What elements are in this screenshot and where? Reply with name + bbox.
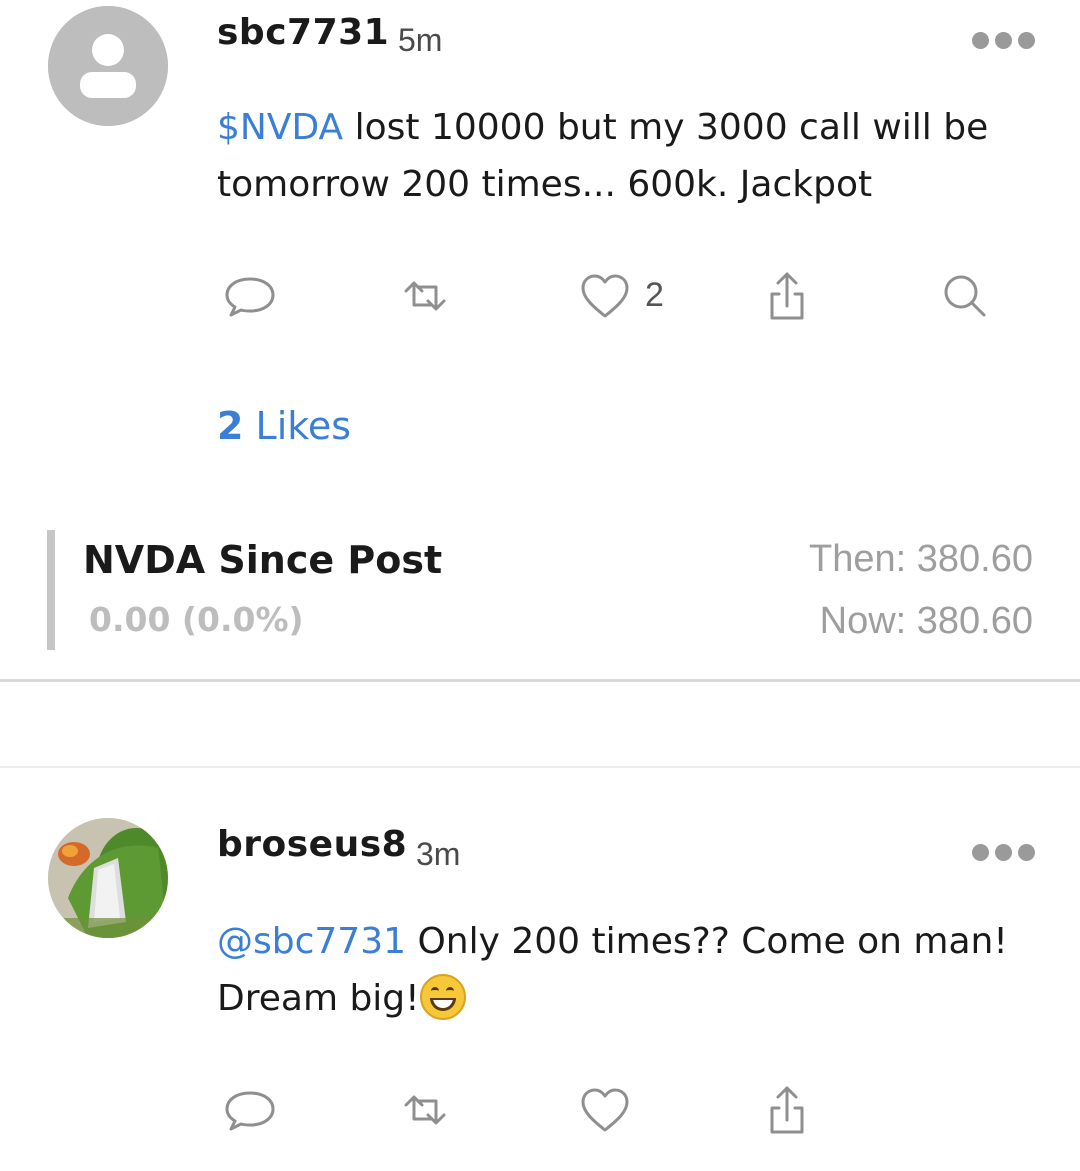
stock-title: NVDA Since Post: [83, 538, 443, 582]
likes-summary-link[interactable]: 2 Likes: [217, 404, 351, 448]
kermit-photo-avatar: [48, 818, 168, 938]
stock-now-price: Now: 380.60: [819, 600, 1033, 642]
action-bar: 2: [0, 266, 1080, 326]
search-icon: [944, 275, 986, 317]
share-upload-icon: [770, 272, 804, 320]
speech-bubble-icon: [225, 277, 275, 317]
message-broseus8: broseus8 3m @sbc7731 Only 200 times?? Co…: [0, 768, 1080, 1171]
username[interactable]: sbc7731: [217, 12, 389, 53]
like-button[interactable]: [570, 266, 640, 326]
share-upload-icon: [770, 1086, 804, 1134]
like-count: 2: [645, 276, 664, 314]
message-sbc7731: sbc7731 5m $NVDA lost 10000 but my 3000 …: [0, 0, 1080, 680]
message-body: $NVDA lost 10000 but my 3000 call will b…: [217, 99, 1037, 213]
message-body: @sbc7731 Only 200 times?? Come on man! D…: [217, 913, 1037, 1027]
cashtag-link[interactable]: $NVDA: [217, 107, 343, 148]
likes-count: 2: [217, 404, 244, 448]
stock-then-price: Then: 380.60: [809, 538, 1033, 580]
reshare-button[interactable]: [390, 266, 460, 326]
mention-link[interactable]: @sbc7731: [217, 921, 406, 962]
timestamp: 3m: [416, 836, 461, 872]
avatar[interactable]: [48, 818, 168, 938]
share-button[interactable]: [752, 266, 822, 326]
reply-button[interactable]: [215, 266, 285, 326]
reply-button[interactable]: [215, 1080, 285, 1140]
repost-arrows-icon: [404, 281, 446, 311]
stock-since-post-card[interactable]: NVDA Since Post 0.00 (0.0%) Then: 380.60…: [47, 530, 1037, 650]
default-user-icon: [48, 6, 168, 126]
reshare-button[interactable]: [390, 1080, 460, 1140]
repost-arrows-icon: [404, 1095, 446, 1125]
speech-bubble-icon: [225, 1091, 275, 1131]
divider: [0, 679, 1080, 682]
heart-icon: [581, 1088, 629, 1132]
timestamp: 5m: [398, 22, 443, 58]
action-bar: [0, 1080, 1080, 1140]
grinning-face-emoji-icon: [419, 974, 466, 1020]
more-dots-icon[interactable]: [972, 844, 1035, 861]
share-button[interactable]: [752, 1080, 822, 1140]
search-button[interactable]: [930, 266, 1000, 326]
avatar[interactable]: [48, 6, 168, 126]
username[interactable]: broseus8: [217, 824, 407, 865]
like-button[interactable]: [570, 1080, 640, 1140]
more-dots-icon[interactable]: [972, 32, 1035, 49]
heart-icon: [581, 274, 629, 318]
stock-change: 0.00 (0.0%): [89, 600, 304, 639]
likes-label: Likes: [243, 404, 352, 448]
